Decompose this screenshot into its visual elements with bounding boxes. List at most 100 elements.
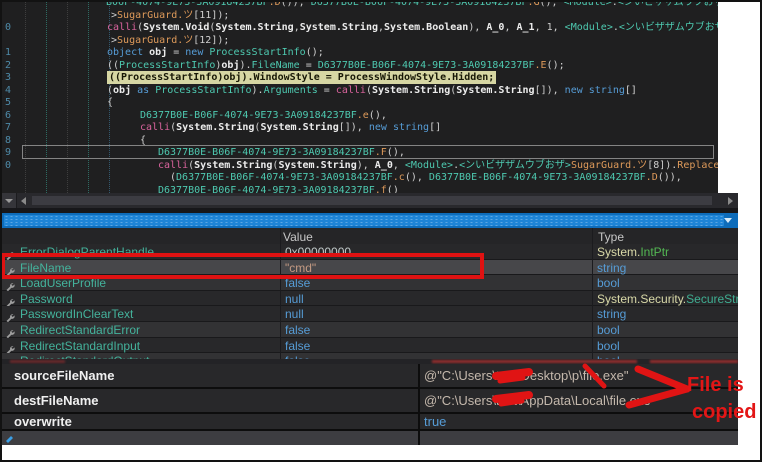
line-number: 1 bbox=[5, 47, 11, 60]
watch-variables-panel[interactable]: Value Type ErrorDialogParentHandle0x0000… bbox=[2, 228, 738, 359]
code-token: System.String bbox=[372, 85, 450, 96]
line-number: 3 bbox=[5, 72, 11, 85]
code-token: <Module> bbox=[564, 2, 612, 8]
column-divider[interactable] bbox=[592, 228, 593, 359]
scrollbar-options-button[interactable] bbox=[2, 193, 17, 208]
copy-arg-name: sourceFileName bbox=[14, 364, 114, 387]
code-token: ((ProcessStartInfo)obj).WindowStyle = Pr… bbox=[107, 71, 496, 84]
code-token: B06F-4074-9E73-3A09184237BF bbox=[106, 2, 269, 8]
code-token: D6377B0E-B06F-4074-9E73-3A09184237BF bbox=[176, 172, 393, 183]
watch-row[interactable]: PasswordInClearTextnullstring bbox=[2, 306, 738, 322]
copy-arg-value: @"C:\Users\test\AppData\Local\file.exe" bbox=[424, 389, 655, 412]
type-token: SecureString bbox=[686, 292, 738, 306]
code-token: obj bbox=[113, 85, 131, 96]
code-token: calli bbox=[158, 160, 188, 171]
copy-arguments-panel[interactable]: sourceFileName@"C:\Users\test\Desktop\p\… bbox=[2, 364, 738, 445]
line-number: 6 bbox=[5, 110, 11, 123]
copy-arg-name: overwrite bbox=[14, 414, 72, 429]
code-token: (); bbox=[306, 47, 324, 58]
code-horizontal-scrollbar[interactable] bbox=[2, 193, 738, 208]
scrollbar-thumb[interactable] bbox=[32, 196, 712, 205]
code-line: >SugarGuard.ツ[11]); bbox=[111, 10, 229, 23]
line-number: 9 bbox=[5, 147, 11, 160]
code-token: as bbox=[137, 85, 149, 96]
code-token: System.String bbox=[300, 22, 378, 33]
code-token: [11]); bbox=[193, 10, 229, 21]
code-token: System.String bbox=[278, 160, 356, 171]
code-token: (), bbox=[369, 110, 387, 121]
annotation-label-copied: copied bbox=[692, 401, 756, 424]
code-token: D6377B0E-B06F-4074-9E73-3A09184237BF bbox=[140, 110, 357, 121]
code-line: object obj = new ProcessStartInfo(); bbox=[107, 47, 324, 60]
code-token: System.String bbox=[176, 122, 254, 133]
code-token: ProcessStartInfo bbox=[209, 47, 305, 58]
code-token: .f bbox=[375, 185, 387, 194]
watch-row-type: string bbox=[597, 261, 626, 275]
type-token: System. bbox=[597, 245, 640, 259]
code-token: D6377B0E-B06F-4074-9E73-3A09184237BF bbox=[429, 172, 646, 183]
watch-row[interactable]: RedirectStandardInputfalsebool bbox=[2, 338, 738, 354]
code-token: , bbox=[504, 22, 516, 33]
code-token: ProcessStartInfo bbox=[119, 60, 215, 71]
code-token: D6377B0E-B06F-4074-9E73-3A09184237BF bbox=[318, 60, 535, 71]
watch-row-value: null bbox=[285, 292, 304, 306]
line-number: 0 bbox=[5, 160, 11, 173]
copy-arg-row[interactable]: overwritetrue bbox=[2, 414, 738, 429]
code-token: [] bbox=[429, 122, 441, 133]
code-token: (), bbox=[405, 172, 429, 183]
code-token: { bbox=[107, 97, 113, 108]
code-token: System.String bbox=[260, 122, 338, 133]
code-token: <ンいビザザムウブおザ bbox=[619, 22, 718, 33]
empty-edit-row[interactable] bbox=[2, 431, 738, 445]
scroll-right-arrow-icon[interactable] bbox=[728, 197, 733, 205]
watch-row[interactable]: PasswordnullSystem.Security.SecureString bbox=[2, 291, 738, 307]
code-token: A_1 bbox=[517, 22, 535, 33]
code-token: ), bbox=[357, 160, 375, 171]
code-token: .F bbox=[375, 147, 387, 158]
type-token: bool bbox=[597, 276, 620, 290]
scroll-left-arrow-icon[interactable] bbox=[21, 197, 26, 205]
watch-row-name: RedirectStandardError bbox=[20, 323, 140, 337]
code-token: string bbox=[393, 122, 429, 133]
watch-selector-texture bbox=[4, 215, 724, 226]
copy-arg-row[interactable]: sourceFileName@"C:\Users\test\Desktop\p\… bbox=[2, 364, 738, 387]
indent-guide bbox=[67, 2, 68, 193]
code-line: calli(System.String(System.String[]), ne… bbox=[140, 122, 441, 135]
code-token: System.Void bbox=[143, 22, 209, 33]
code-line: ((ProcessStartInfo)obj).WindowStyle = Pr… bbox=[107, 72, 496, 85]
watch-selector-bar[interactable] bbox=[2, 213, 738, 228]
indent-guide bbox=[88, 2, 89, 193]
watch-row-value: false bbox=[285, 339, 310, 353]
watch-row-name: PasswordInClearText bbox=[20, 307, 133, 321]
code-token: SugarGuard.ツ bbox=[117, 35, 193, 46]
type-token: IntPtr bbox=[640, 245, 669, 259]
code-token: <Module> bbox=[405, 160, 453, 171]
code-token: calli bbox=[336, 85, 366, 96]
screenshot-page: 01234567890 B06F-4074-9E73-3A09184237BF.… bbox=[0, 0, 768, 465]
code-token: (); bbox=[547, 60, 565, 71]
code-token: new bbox=[369, 122, 387, 133]
code-token: System.String bbox=[215, 22, 293, 33]
watch-header-row: Value Type bbox=[2, 228, 738, 245]
watch-row[interactable]: RedirectStandardError false bool bbox=[2, 322, 738, 338]
code-line: B06F-4074-9E73-3A09184237BF.D()), D6377B… bbox=[106, 2, 718, 10]
copy-arg-row[interactable]: destFileName@"C:\Users\test\AppData\Loca… bbox=[2, 389, 738, 412]
watch-row-type: bool bbox=[597, 323, 620, 337]
code-token: , bbox=[393, 160, 405, 171]
chevron-down-icon bbox=[5, 199, 13, 203]
code-token: (), bbox=[387, 147, 405, 158]
column-divider[interactable] bbox=[280, 228, 281, 359]
code-token: (( bbox=[107, 60, 119, 71]
watch-row-type: bool bbox=[597, 276, 620, 290]
code-line: { bbox=[107, 97, 113, 110]
watch-row-value: false bbox=[285, 323, 310, 337]
code-token: Arguments bbox=[264, 85, 318, 96]
code-token: = bbox=[300, 60, 318, 71]
code-line: calli(System.String(System.String), A_0,… bbox=[158, 160, 718, 173]
code-token: .D bbox=[269, 2, 281, 8]
line-number: 2 bbox=[5, 60, 11, 73]
watch-row-type: System.IntPtr bbox=[597, 245, 669, 259]
code-token: [12]); bbox=[193, 35, 229, 46]
decompiler-code-panel[interactable]: 01234567890 B06F-4074-9E73-3A09184237BF.… bbox=[2, 2, 718, 193]
annotation-red-rectangle bbox=[1, 253, 484, 279]
